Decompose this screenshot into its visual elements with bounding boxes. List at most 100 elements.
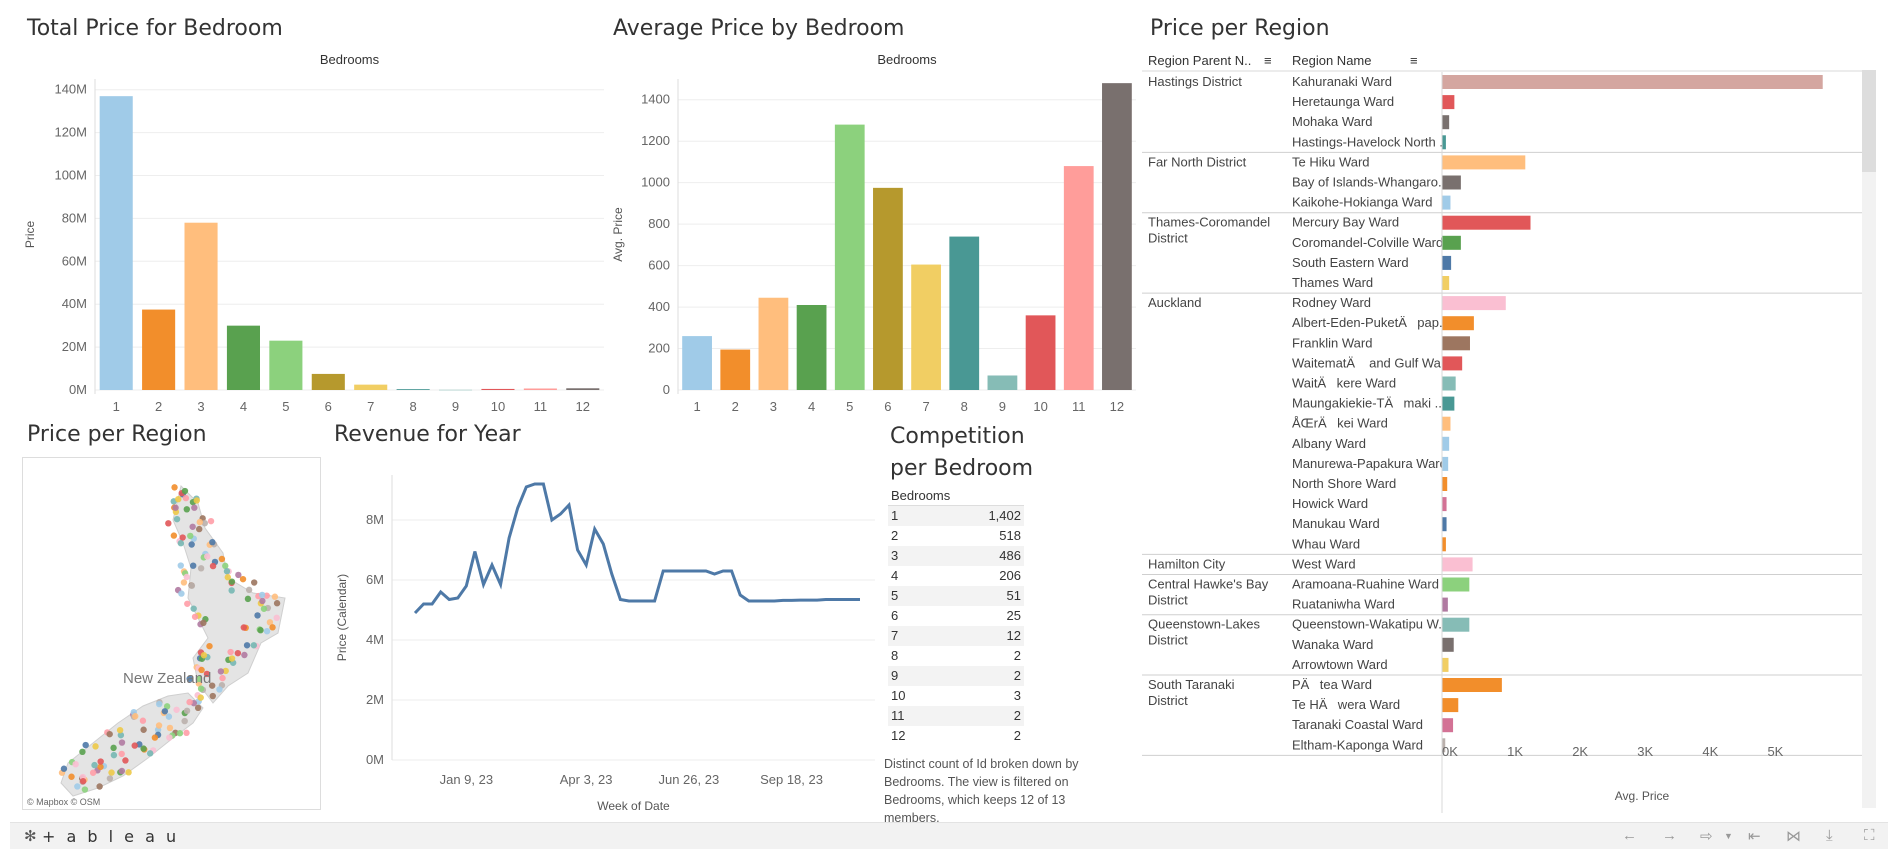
map-point[interactable] bbox=[96, 783, 103, 790]
map-point[interactable] bbox=[234, 649, 242, 657]
competition-row[interactable]: 92 bbox=[888, 666, 1024, 686]
map-point[interactable] bbox=[118, 750, 125, 758]
map-point[interactable] bbox=[188, 541, 195, 548]
region-bar[interactable] bbox=[1442, 497, 1447, 512]
region-bar[interactable] bbox=[1442, 698, 1459, 713]
map-point[interactable] bbox=[92, 743, 99, 750]
competition-row[interactable]: 1 1,402 bbox=[888, 506, 1024, 526]
map-point[interactable] bbox=[175, 495, 182, 503]
region-bar[interactable] bbox=[1442, 75, 1823, 89]
map-point[interactable] bbox=[209, 692, 216, 700]
map-point[interactable] bbox=[209, 562, 217, 570]
region-bar[interactable] bbox=[1442, 215, 1531, 230]
map-point[interactable] bbox=[140, 745, 147, 752]
map-point[interactable] bbox=[263, 627, 271, 635]
reset-icon[interactable]: ⇤ bbox=[1748, 827, 1761, 845]
map-point[interactable] bbox=[132, 713, 139, 720]
map-point[interactable] bbox=[196, 518, 204, 526]
region-table[interactable]: Region Parent N.. Region Name ≡ ≡ Hastings D… bbox=[1142, 48, 1864, 813]
competition-row[interactable]: 6 25 bbox=[888, 606, 1024, 626]
map-point[interactable] bbox=[193, 497, 200, 504]
map-point[interactable] bbox=[118, 767, 126, 775]
avg-price-bar[interactable] bbox=[720, 349, 751, 390]
competition-row[interactable]: 4 206 bbox=[888, 566, 1024, 586]
map-point[interactable] bbox=[206, 642, 213, 650]
region-bar[interactable] bbox=[1442, 376, 1456, 391]
map-point[interactable] bbox=[140, 726, 147, 733]
region-bar[interactable] bbox=[1442, 517, 1447, 532]
competition-row[interactable]: 5 51 bbox=[888, 586, 1024, 606]
tableau-brand[interactable]: + a b l e a u bbox=[42, 827, 179, 846]
region-bar[interactable] bbox=[1442, 115, 1450, 130]
region-bar[interactable] bbox=[1442, 255, 1452, 270]
map-point[interactable] bbox=[91, 761, 98, 769]
total-price-bar[interactable] bbox=[566, 388, 600, 390]
map-point[interactable] bbox=[172, 504, 179, 511]
region-scroll-thumb[interactable] bbox=[1862, 70, 1876, 172]
map-point[interactable] bbox=[125, 769, 132, 776]
avg-price-bar[interactable] bbox=[1025, 315, 1056, 390]
region-bar[interactable] bbox=[1442, 316, 1474, 331]
map-point[interactable] bbox=[209, 538, 216, 546]
map-point[interactable] bbox=[216, 686, 223, 693]
fullscreen-icon[interactable]: ⛶ bbox=[1864, 827, 1875, 844]
undo-icon[interactable]: ← bbox=[1622, 827, 1637, 844]
avg-price-bar[interactable] bbox=[796, 304, 827, 390]
region-bar[interactable] bbox=[1442, 336, 1470, 351]
region-bar[interactable] bbox=[1442, 657, 1449, 672]
map-point[interactable] bbox=[170, 532, 178, 539]
map-point[interactable] bbox=[183, 506, 191, 513]
map-point[interactable] bbox=[181, 487, 189, 495]
map-point[interactable] bbox=[156, 700, 163, 708]
region-bar[interactable] bbox=[1442, 678, 1502, 692]
map-point[interactable] bbox=[106, 775, 114, 782]
map-point[interactable] bbox=[258, 591, 266, 599]
total-price-bar[interactable] bbox=[311, 373, 345, 390]
total-price-bar[interactable] bbox=[99, 96, 133, 390]
region-bar[interactable] bbox=[1442, 456, 1449, 471]
map-point[interactable] bbox=[196, 525, 203, 533]
sort-icon[interactable]: ≡ bbox=[1264, 53, 1272, 68]
map-point[interactable] bbox=[188, 582, 196, 589]
map-point[interactable] bbox=[177, 562, 184, 569]
region-bar[interactable] bbox=[1442, 617, 1470, 632]
revert-dropdown-icon[interactable]: ▼ bbox=[1724, 831, 1733, 841]
avg-price-chart[interactable]: Bedrooms Avg. Price 0 200 400 600 800 1000 1200 1… bbox=[608, 48, 1136, 413]
competition-row[interactable]: 7 12 bbox=[888, 626, 1024, 646]
redo-icon[interactable]: → bbox=[1662, 827, 1677, 844]
map-point[interactable] bbox=[191, 504, 198, 511]
map-point[interactable] bbox=[187, 532, 194, 540]
total-price-bar[interactable] bbox=[226, 325, 261, 390]
map-point[interactable] bbox=[224, 574, 232, 581]
map-point[interactable] bbox=[180, 579, 188, 586]
competition-row[interactable]: 82 bbox=[888, 646, 1024, 666]
map-point[interactable] bbox=[228, 587, 235, 594]
map-point[interactable] bbox=[197, 694, 204, 701]
region-parent-header[interactable]: Region Parent N.. bbox=[1148, 53, 1251, 68]
map-point[interactable] bbox=[228, 655, 236, 662]
avg-price-bar[interactable] bbox=[911, 264, 941, 390]
map-point[interactable] bbox=[191, 613, 199, 620]
map-point[interactable] bbox=[194, 704, 202, 712]
map-point[interactable] bbox=[200, 619, 207, 627]
map-point[interactable] bbox=[161, 708, 169, 715]
region-bar[interactable] bbox=[1442, 718, 1454, 733]
map-point[interactable] bbox=[97, 758, 104, 765]
map-point[interactable] bbox=[110, 751, 118, 759]
map-point[interactable] bbox=[241, 651, 248, 659]
share-icon[interactable]: ⋈ bbox=[1786, 827, 1801, 845]
map-point[interactable] bbox=[243, 642, 251, 649]
map-point[interactable] bbox=[166, 724, 174, 732]
map-point[interactable] bbox=[68, 773, 75, 780]
region-bar[interactable] bbox=[1442, 597, 1448, 612]
region-bar[interactable] bbox=[1442, 95, 1455, 110]
map-point[interactable] bbox=[190, 605, 197, 612]
region-bar[interactable] bbox=[1442, 276, 1450, 290]
map-point[interactable] bbox=[189, 523, 196, 530]
map-point[interactable] bbox=[178, 590, 185, 597]
map-point[interactable] bbox=[200, 652, 208, 659]
map-point[interactable] bbox=[118, 739, 126, 746]
map-point[interactable] bbox=[181, 717, 188, 725]
map-point[interactable] bbox=[171, 484, 178, 491]
total-price-chart[interactable]: Bedrooms Price 0M 20M 40M 60M 80M 100M 120M 140M 1… bbox=[20, 48, 604, 413]
